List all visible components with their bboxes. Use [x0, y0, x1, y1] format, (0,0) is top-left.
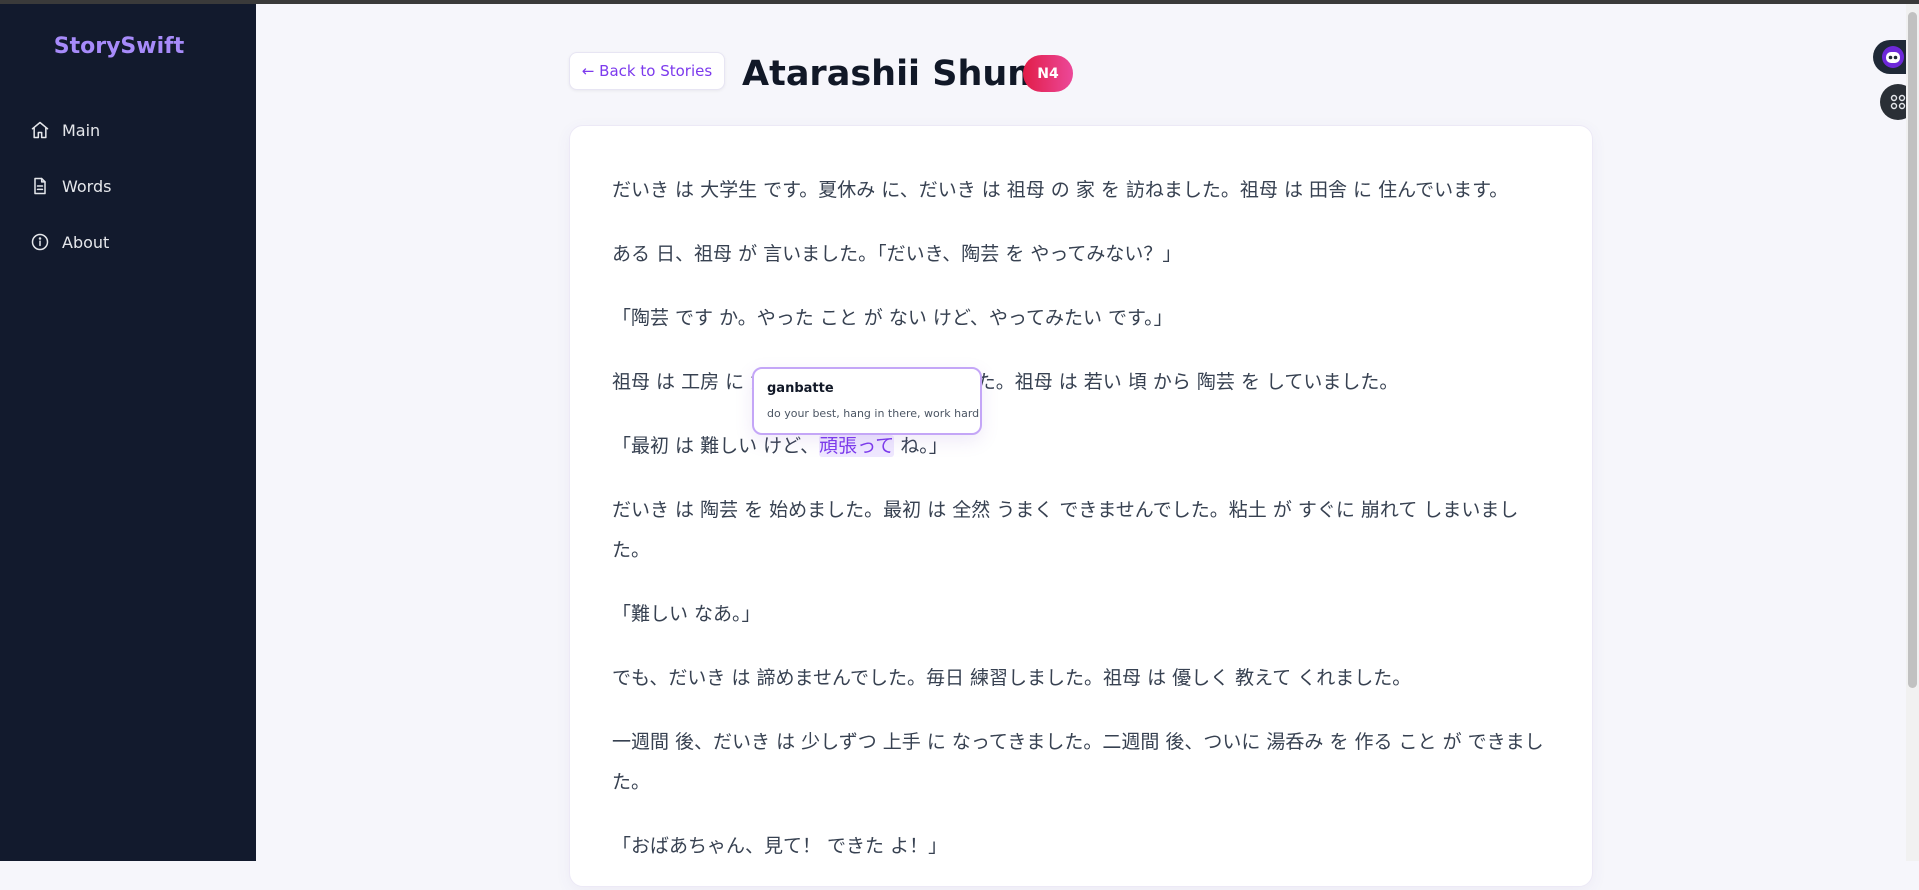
sidebar-item-label: Words: [62, 176, 112, 196]
page-scrollbar[interactable]: [1906, 4, 1919, 861]
jlpt-level-badge: N4: [1023, 55, 1073, 92]
sidebar-item-about[interactable]: About: [30, 214, 240, 270]
assistant-face-icon: [1882, 46, 1904, 68]
story-paragraph[interactable]: 一週間 後、だいき は 少しずつ 上手 に なってきました。二週間 後、ついに …: [612, 722, 1552, 802]
hovered-word[interactable]: 頑張って: [819, 435, 895, 457]
story-paragraph[interactable]: でも、だいき は 諦めませんでした。毎日 練習しました。祖母 は 優しく 教えて…: [612, 658, 1552, 698]
story-paragraph[interactable]: 「陶芸 です か。やった こと が ない けど、やってみたい です。」: [612, 298, 1552, 338]
home-icon: [31, 121, 49, 139]
brand-logo[interactable]: StorySwift: [0, 34, 238, 59]
story-paragraph[interactable]: 「おばあちゃん、見て！ できた よ！」: [612, 826, 1552, 866]
sidebar: StorySwift Main Words About: [0, 4, 256, 861]
story-paragraph: 「最初 は 難しい けど、頑張って ね。」: [612, 426, 1552, 466]
story-text: だいき は 大学生 です。夏休み に、だいき は 祖母 の 家 を 訪ねました。…: [612, 170, 1552, 890]
scrollbar-thumb[interactable]: [1908, 12, 1917, 688]
story-title: Atarashii Shumi: [742, 54, 1056, 94]
document-icon: [34, 177, 46, 195]
story-card: だいき は 大学生 です。夏休み に、だいき は 祖母 の 家 を 訪ねました。…: [569, 125, 1593, 887]
sidebar-item-label: Main: [62, 120, 101, 140]
sidebar-item-label: About: [62, 232, 110, 252]
tooltip-romaji: ganbatte: [767, 381, 834, 396]
story-paragraph[interactable]: だいき は 大学生 です。夏休み に、だいき は 祖母 の 家 を 訪ねました。…: [612, 170, 1552, 210]
story-text-segment[interactable]: ね。」: [894, 435, 948, 457]
sidebar-item-words[interactable]: Words: [30, 158, 240, 214]
word-tooltip: ganbatte do your best, hang in there, wo…: [752, 367, 982, 435]
story-paragraph[interactable]: だいき は 陶芸 を 始めました。最初 は 全然 うまく できませんでした。粘土…: [612, 490, 1552, 570]
sidebar-item-main[interactable]: Main: [30, 102, 240, 158]
story-paragraph[interactable]: ある 日、祖母 が 言いました。「だいき、陶芸 を やってみない？」: [612, 234, 1552, 274]
info-icon: [31, 233, 49, 251]
story-paragraph[interactable]: 「難しい なあ。」: [612, 594, 1552, 634]
story-text-segment[interactable]: 「最初 は 難しい けど、: [612, 435, 819, 457]
main-content: ← Back to Stories Atarashii Shumi N4 だいき…: [256, 4, 1906, 887]
apps-grid-icon: [1890, 94, 1906, 110]
tooltip-meaning: do your best, hang in there, work hard: [767, 407, 980, 420]
back-to-stories-button[interactable]: ← Back to Stories: [569, 52, 725, 90]
sidebar-nav: Main Words About: [30, 102, 240, 270]
